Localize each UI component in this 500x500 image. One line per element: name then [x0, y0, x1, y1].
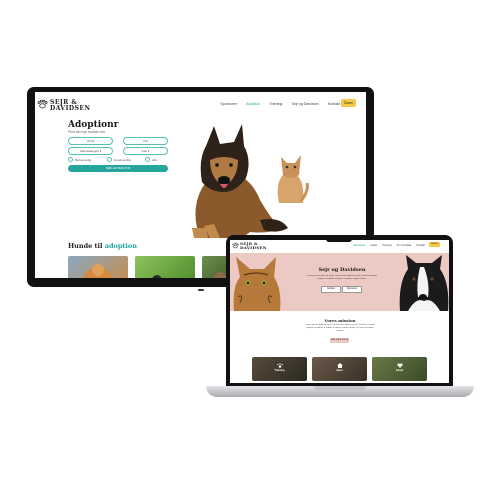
donate-button[interactable]: Doner [429, 242, 440, 247]
laptop-camera-notch [326, 237, 352, 242]
radio-child-friendly[interactable]: Børnevenlig [68, 157, 91, 162]
radio-dog-friendly[interactable]: Hundevenlig [107, 157, 131, 162]
paw-logo-icon [37, 99, 48, 109]
gender-select[interactable]: Køn ▾ [123, 147, 168, 155]
nav-item-sejr-og-davidsen[interactable]: Sejr og Davidsen [291, 102, 318, 106]
page-subtitle: Find din nye bedste ven [68, 130, 106, 134]
section-title-dogs: Hunde til adoption [68, 242, 137, 250]
species-option-cat[interactable]: Kat [123, 137, 168, 145]
nav-item-sponsorer[interactable]: Sponsorer [353, 244, 365, 247]
laptop-trackpad-lip [314, 386, 366, 390]
cat-image [277, 155, 309, 203]
card-label: Adopt [395, 369, 404, 372]
page-title: Adoptionr [68, 120, 119, 130]
heart-icon [397, 363, 403, 368]
hero-title: Sejr og Davidsen [318, 267, 366, 273]
paw-logo-icon [232, 242, 239, 249]
donate-button[interactable]: Doner [341, 99, 356, 107]
sponsor-button[interactable]: Sponsorer [342, 286, 362, 293]
logo-line2: DAVIDSEN [240, 245, 267, 250]
adopt-button[interactable]: Adopter [321, 286, 341, 293]
nav-item-kontakt[interactable]: Kontakt [328, 102, 340, 106]
radio-label: Hundevenlig [114, 157, 131, 162]
radio-label: Børnevenlig [75, 157, 92, 162]
nav-item-kontakt[interactable]: Kontakt [416, 244, 425, 247]
nav-item-traening[interactable]: Træning [382, 244, 392, 247]
dog-photo-icon [152, 275, 162, 278]
mission-title: Vores mission [324, 318, 356, 323]
feature-card-home[interactable]: Hjem [312, 357, 367, 381]
border-collie-image [399, 255, 449, 311]
species-option-dog[interactable]: Hund [68, 137, 113, 145]
bengal-cat-image [233, 257, 281, 311]
section-title-prefix: Hunde til [68, 242, 105, 250]
nav-item-adopt[interactable]: Adopt [370, 244, 377, 247]
dog-photo-icon [84, 264, 112, 278]
age-category-select[interactable]: Alderskategori ▾ [68, 147, 113, 155]
site-logo[interactable]: SEJR & DAVIDSEN [50, 100, 90, 112]
nav-item-traening[interactable]: Træning [269, 102, 282, 106]
nav-item-om-os[interactable]: Om os/Udda [397, 244, 412, 247]
paw-icon [277, 363, 283, 368]
feature-card-adopt[interactable]: Adopt [372, 357, 427, 381]
nav-item-sponsorer[interactable]: Sponsorer [220, 102, 237, 106]
laptop-screen: SEJR & DAVIDSEN Sponsorer Adopt Træning … [230, 240, 449, 383]
section-title-highlight: adoption [104, 242, 137, 250]
hero-text: Lorem ipsum dolor sit amet, consectetur … [307, 275, 377, 280]
radio-label: Alle [152, 157, 158, 162]
monitor-camera [198, 289, 204, 291]
card-label: Hjem [336, 369, 343, 372]
dog-card[interactable] [68, 256, 128, 278]
feature-card-training[interactable]: Træning [252, 357, 307, 381]
radio-all[interactable]: Alle [145, 157, 157, 162]
search-animals-button[interactable]: SØG EFTER DYR [68, 165, 168, 172]
main-nav: Sponsorer Adopt Træning Om os/Udda Konta… [353, 244, 425, 247]
logo-line2: DAVIDSEN [50, 105, 91, 112]
card-label: Træning [274, 369, 285, 372]
read-more-button[interactable]: Læs mere om os [330, 338, 349, 343]
site-logo[interactable]: SEJR & DAVIDSEN [240, 242, 267, 250]
nav-item-adoption[interactable]: Adoption [246, 102, 260, 106]
home-icon [337, 363, 343, 368]
mission-text: Lorem ipsum dolor sit amet, consectetur … [305, 324, 375, 332]
dog-card[interactable] [135, 256, 195, 278]
main-nav: Sponsorer Adoption Træning Sejr og David… [220, 102, 340, 106]
